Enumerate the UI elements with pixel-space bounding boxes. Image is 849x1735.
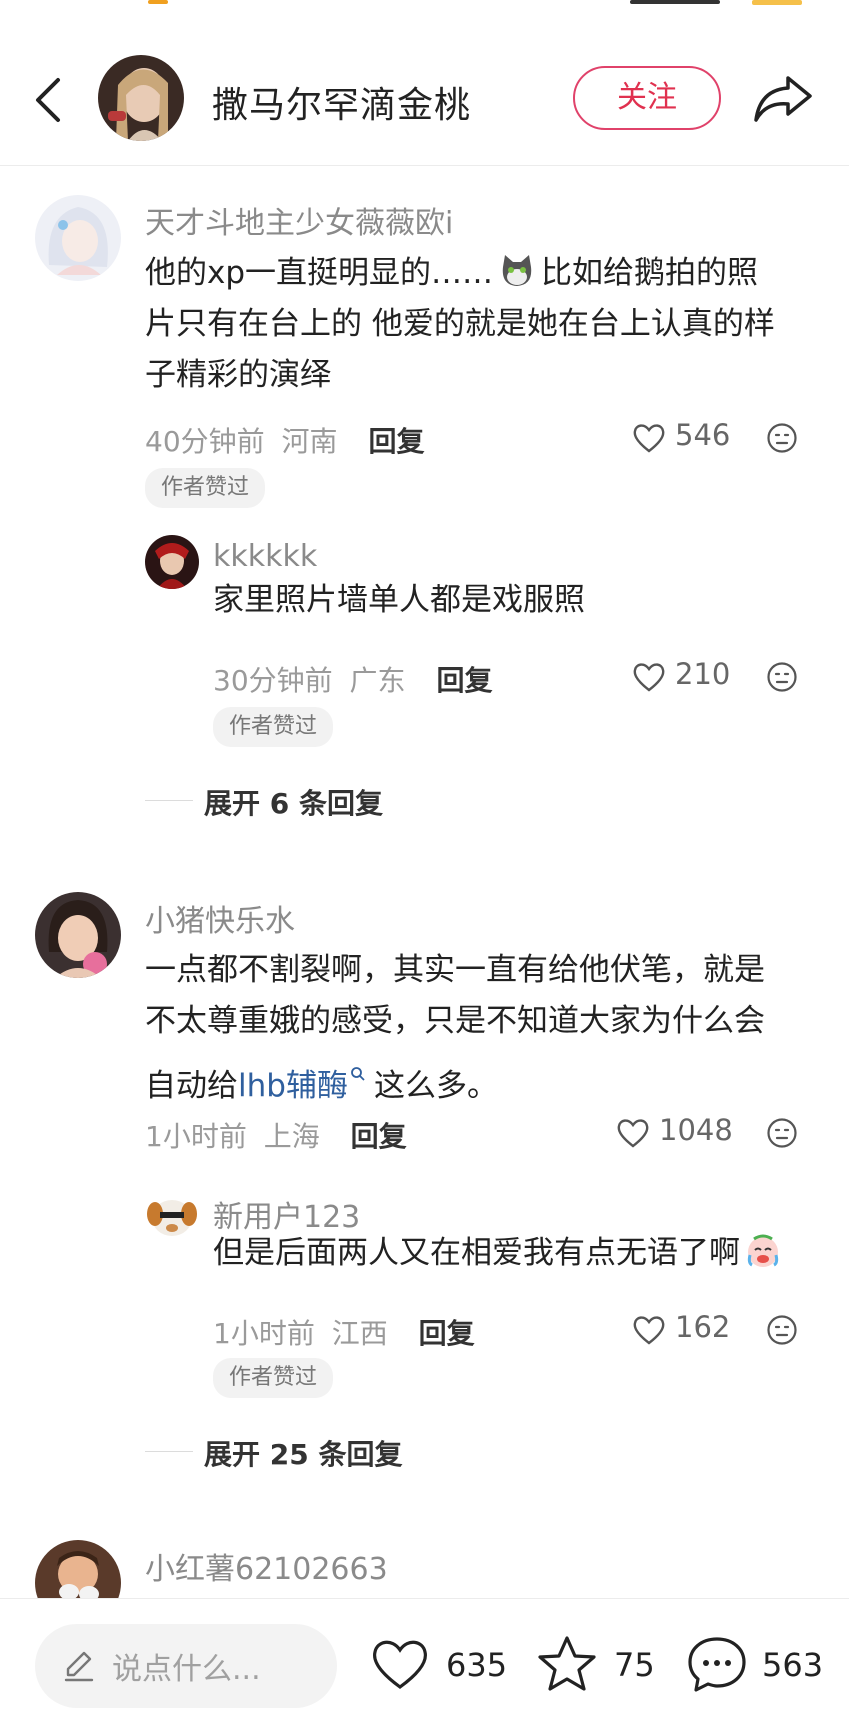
emoji-reaction-icon[interactable] (766, 661, 798, 693)
commenter-avatar[interactable] (35, 1540, 121, 1598)
comment-item: 小猪快乐水 一点都不割裂啊，其实一直有给他伏笔，就是 不太尊重娥的感受，只是不知… (0, 880, 849, 1480)
commenter-username[interactable]: 小猪快乐水 (145, 896, 295, 940)
comment-text: 他的xp一直挺明显的…… 比如给鹅拍的照 片只有在台上的 他爱的就是她在台上认真… (145, 253, 775, 393)
reply-location: 广东 (349, 664, 406, 697)
author-liked-badge: 作者赞过 (213, 707, 334, 747)
comment-input-placeholder: 说点什么... (112, 1652, 261, 1687)
expand-replies-button[interactable]: 展开 25 条回复 (204, 1433, 402, 1473)
reply-time: 1小时前 (213, 1317, 315, 1350)
reply-location: 江西 (331, 1317, 388, 1350)
reply-button[interactable]: 回复 (368, 425, 424, 458)
emoji-reaction-icon[interactable] (766, 1314, 798, 1346)
commenter-avatar[interactable] (35, 195, 121, 281)
heart-icon (633, 424, 665, 453)
reply-button[interactable]: 回复 (436, 664, 492, 697)
like-count: 210 (675, 657, 731, 691)
replier-avatar[interactable] (145, 1188, 199, 1242)
emoji-reaction-icon[interactable] (766, 422, 798, 454)
author-liked-badge: 作者赞过 (213, 1358, 334, 1398)
like-count: 546 (675, 418, 731, 452)
comment-location: 上海 (263, 1120, 320, 1153)
back-arrow-icon[interactable] (28, 70, 68, 130)
comment-item: 小红薯62102663 (0, 1530, 849, 1598)
follow-button[interactable]: 关注 (573, 66, 721, 130)
comment-meta: 40分钟前 河南 回复 (145, 420, 424, 460)
expand-replies-button[interactable]: 展开 6 条回复 (204, 782, 383, 822)
pencil-icon (64, 1651, 94, 1682)
commenter-username[interactable]: 小红薯62102663 (145, 1544, 388, 1588)
like-count: 1048 (659, 1113, 733, 1147)
heart-icon (633, 1316, 665, 1345)
post-favorite-count: 75 (614, 1646, 655, 1684)
star-icon (538, 1636, 596, 1691)
commenter-avatar[interactable] (35, 892, 121, 978)
reply-meta: 1小时前 江西 回复 (213, 1312, 475, 1352)
author-name[interactable]: 撒马尔罕滴金桃 (212, 76, 471, 128)
reply-text: 但是后面两人又在相爱我有点无语了啊 (213, 1228, 782, 1279)
comment-item: 天才斗地主少女薇薇欧i 他的xp一直挺明显的…… 比如给鹅拍的照 片只有在台上的… (0, 180, 849, 820)
replier-username[interactable]: kkkkkk (213, 539, 317, 574)
author-liked-badge: 作者赞过 (145, 468, 266, 508)
reply-time: 30分钟前 (213, 664, 333, 697)
reply-button[interactable]: 回复 (351, 1120, 407, 1153)
commenter-username[interactable]: 天才斗地主少女薇薇欧i (145, 198, 453, 242)
comment-bubble-icon (688, 1637, 746, 1692)
post-comment-count: 563 (762, 1646, 824, 1684)
replier-avatar[interactable] (145, 535, 199, 589)
post-favorite-button[interactable]: 75 (536, 1634, 656, 1696)
reply-text: 家里照片墙单人都是戏服照 (213, 582, 585, 618)
expand-divider (145, 1451, 193, 1452)
heart-icon (373, 1640, 427, 1689)
post-like-button[interactable]: 635 (370, 1634, 510, 1696)
emoji-reaction-icon[interactable] (766, 1117, 798, 1149)
expand-divider (145, 800, 193, 801)
heart-icon (617, 1119, 649, 1148)
comment-location: 河南 (281, 425, 338, 458)
post-comment-button[interactable]: 563 (686, 1634, 836, 1696)
reply-item: 新用户123 但是后面两人又在相爱我有点无语了啊 1小时前 江西 回复 162 … (0, 1188, 849, 1398)
heart-icon (633, 663, 665, 692)
reply-button[interactable]: 回复 (419, 1317, 475, 1350)
comment-time: 40分钟前 (145, 425, 265, 458)
search-keyword-link[interactable]: lhb辅酶 (238, 1067, 366, 1104)
comment-meta: 1小时前 上海 回复 (145, 1115, 407, 1155)
top-navigation-bar: 撒马尔罕滴金桃 关注 (0, 0, 849, 166)
post-like-count: 635 (446, 1646, 508, 1684)
comment-text: 一点都不割裂啊，其实一直有给他伏笔，就是 不太尊重娥的感受，只是不知道大家为什么… (145, 952, 765, 1104)
share-icon[interactable] (752, 72, 814, 124)
comment-time: 1小时前 (145, 1120, 247, 1153)
author-avatar[interactable] (98, 55, 184, 141)
search-small-icon (350, 1047, 366, 1081)
reply-meta: 30分钟前 广东 回复 (213, 659, 492, 699)
crying-emoji-icon (744, 1231, 782, 1269)
cat-emoji-icon (499, 253, 535, 289)
reply-item: kkkkkk 家里照片墙单人都是戏服照 30分钟前 广东 回复 210 作者赞过 (0, 535, 849, 747)
like-count: 162 (675, 1310, 731, 1344)
